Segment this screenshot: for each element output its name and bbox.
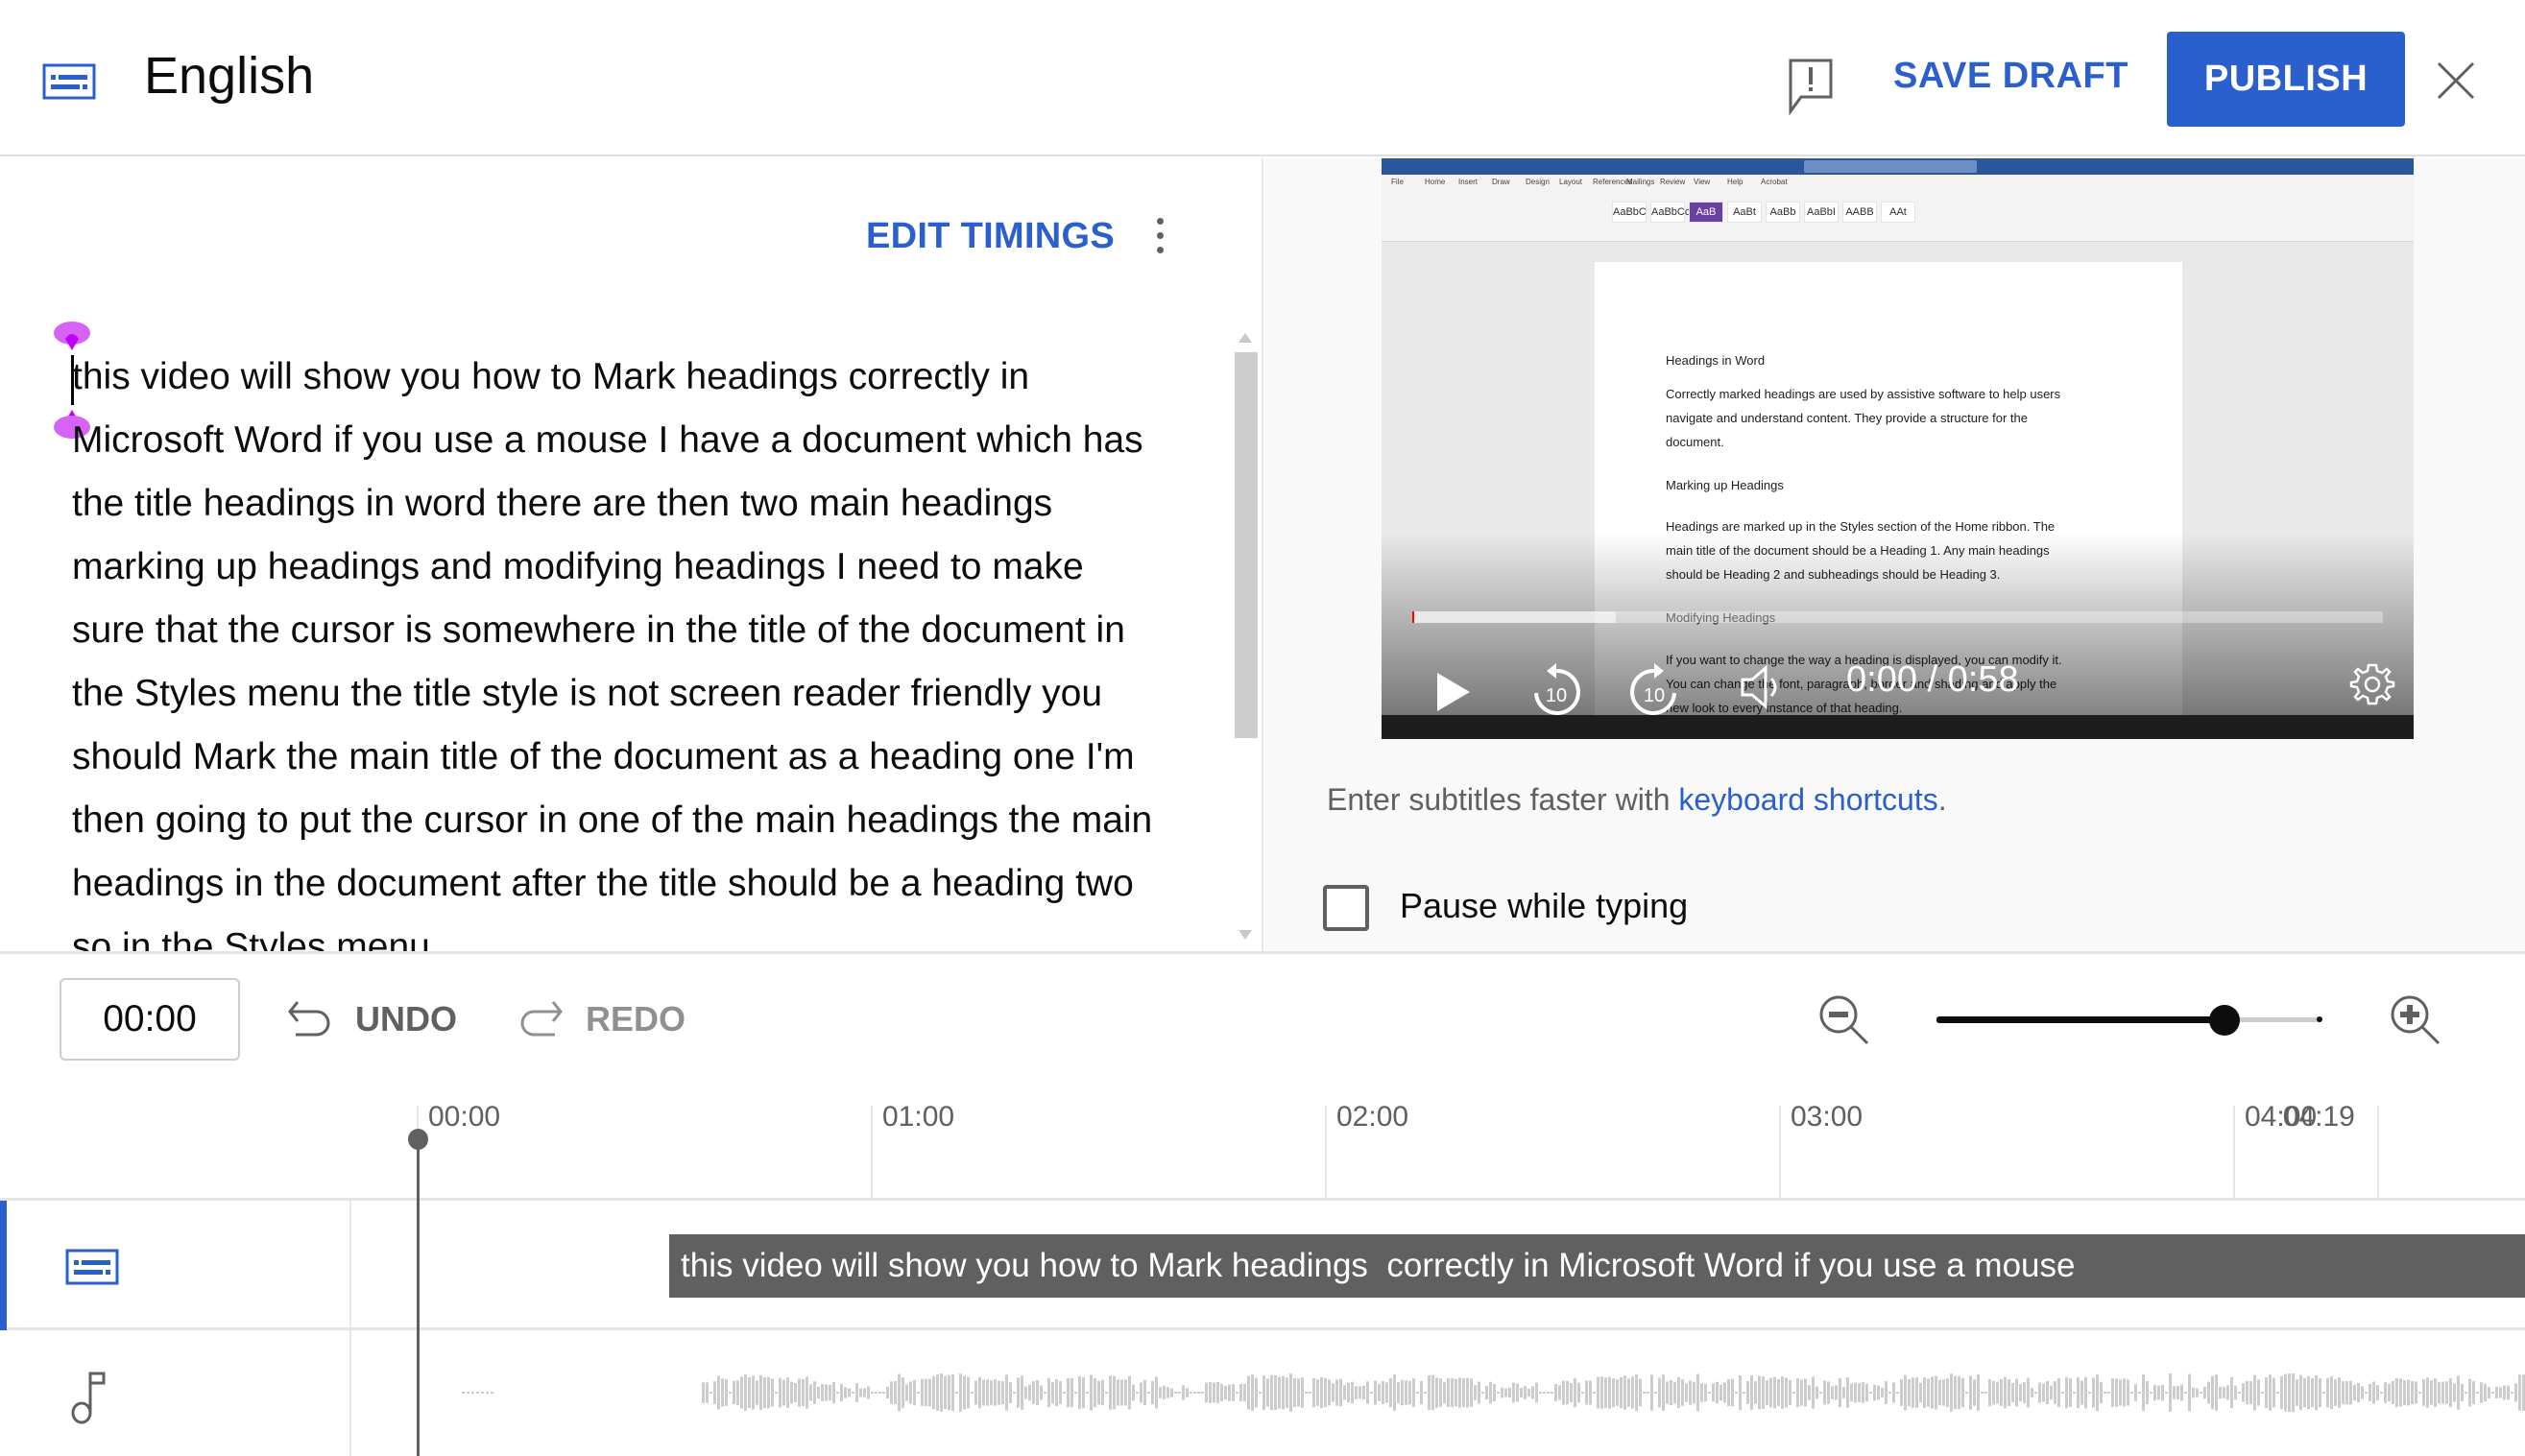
settings-icon[interactable] — [2349, 661, 2395, 707]
playhead-line — [417, 1138, 420, 1456]
video-frame-ribbon-tab: Layout — [1559, 178, 1583, 186]
pause-while-typing-checkbox[interactable] — [1323, 885, 1369, 931]
video-frame-style-swatch: AaBb — [1766, 202, 1800, 223]
video-frame-style-swatch: AaB — [1689, 202, 1723, 223]
caption-segment[interactable]: this video will show you how to Mark hea… — [669, 1234, 2525, 1298]
keyboard-shortcuts-hint: Enter subtitles faster with keyboard sho… — [1327, 782, 1947, 818]
timeline-tick-label: 01:00 — [882, 1101, 955, 1133]
audio-track — [0, 1330, 2525, 1456]
playhead-handle[interactable] — [408, 1129, 428, 1150]
video-frame-taskbar — [1382, 715, 2414, 739]
timeline-tick — [1325, 1106, 1327, 1201]
video-frame-style-swatch: AaBbI — [1804, 202, 1839, 223]
video-frame-ribbon-tab: Draw — [1492, 178, 1510, 186]
progress-buffered — [1412, 611, 1617, 623]
video-frame-style-swatch: AABB — [1842, 202, 1877, 223]
timeline-zoom-slider[interactable] — [1936, 998, 2322, 1040]
pause-while-typing-label[interactable]: Pause while typing — [1400, 886, 1688, 926]
more-options-icon[interactable] — [1148, 214, 1171, 260]
video-frame-doc-line: Headings are marked up in the Styles sec… — [1666, 519, 2056, 534]
save-draft-button[interactable]: SAVE DRAFT — [1893, 56, 2128, 97]
keyboard-shortcuts-link[interactable]: keyboard shortcuts — [1678, 782, 1937, 817]
video-frame-doc-line: Correctly marked headings are used by as… — [1666, 387, 2061, 401]
slider-thumb[interactable] — [2209, 1005, 2240, 1036]
video-frame-style-swatch: AaBt — [1727, 202, 1762, 223]
progress-played — [1412, 611, 1414, 623]
zoom-in-icon[interactable] — [2389, 993, 2442, 1047]
music-note-icon — [71, 1372, 106, 1424]
video-frame-ribbon-tab: Review — [1660, 178, 1686, 186]
scroll-up-arrow-icon[interactable] — [1238, 333, 1252, 343]
transcript-scrollbar[interactable] — [1233, 333, 1260, 947]
forward-10-icon[interactable]: 10 — [1629, 661, 1679, 717]
video-progress-bar[interactable] — [1412, 611, 2383, 623]
preview-panel: File Home Insert Draw Design Layout References… — [1265, 158, 2525, 951]
hint-prefix: Enter subtitles faster with — [1327, 782, 1679, 817]
svg-text:10: 10 — [1546, 685, 1567, 706]
undo-icon — [288, 1001, 330, 1037]
subtitle-track: this video will show you how to Mark hea… — [0, 1201, 2525, 1330]
timeline-end-label: 04:19 — [2282, 1101, 2355, 1133]
transcript-panel: EDIT TIMINGS this video will show you ho… — [0, 158, 1263, 951]
audio-waveform[interactable] — [351, 1330, 2525, 1456]
video-time-display: 0:00 / 0:58 — [1846, 659, 2019, 700]
timeline-end-tick — [2376, 1106, 2379, 1201]
video-frame-ribbon-tab: Acrobat — [1761, 178, 1788, 186]
video-frame-ribbon-tab: Home — [1425, 178, 1446, 186]
undo-label: UNDO — [355, 999, 457, 1038]
subtitle-track-label — [0, 1201, 351, 1327]
video-frame-ribbon-tab: Design — [1526, 178, 1550, 186]
slider-end-dot — [2317, 1016, 2322, 1022]
redo-icon — [520, 1001, 563, 1037]
video-frame-ribbon-tab: File — [1391, 178, 1404, 186]
video-player[interactable]: File Home Insert Draw Design Layout References… — [1382, 158, 2414, 739]
publish-button[interactable]: PUBLISH — [2167, 32, 2405, 127]
header: English SAVE DRAFT PUBLISH — [0, 0, 2525, 156]
volume-icon[interactable] — [1739, 663, 1787, 711]
video-frame-doc-line: document. — [1666, 435, 1724, 449]
subtitles-icon — [42, 63, 96, 100]
timeline-tick — [1779, 1106, 1781, 1201]
video-frame-titlebar — [1382, 158, 2414, 175]
hint-suffix: . — [1937, 782, 1947, 817]
video-frame-doc-line: navigate and understand content. They pr… — [1666, 411, 2028, 425]
video-frame-doc-line: Headings in Word — [1666, 353, 1766, 368]
scroll-down-arrow-icon[interactable] — [1238, 930, 1252, 940]
zoom-out-icon[interactable] — [1817, 993, 1871, 1047]
undo-button[interactable]: UNDO — [286, 989, 457, 1050]
timeline-tick — [2233, 1106, 2235, 1201]
current-time-input[interactable]: 00:00 — [60, 978, 240, 1061]
page-title: English — [144, 47, 315, 105]
video-frame-style-swatch: AaBbC — [1612, 202, 1647, 223]
video-frame-ribbon-tab: Mailings — [1626, 178, 1655, 186]
subtitles-icon — [65, 1249, 119, 1285]
timeline-ruler[interactable]: 00:00 01:00 02:00 03:00 04:00 04:19 — [0, 1082, 2525, 1201]
feedback-icon[interactable] — [1788, 58, 1834, 115]
close-icon[interactable] — [2435, 60, 2477, 102]
video-frame-doc-line: Marking up Headings — [1666, 478, 1784, 492]
transcript-textarea[interactable]: this video will show you how to Mark hea… — [72, 346, 1166, 951]
audio-track-label — [0, 1330, 351, 1456]
svg-text:10: 10 — [1644, 685, 1665, 706]
video-frame-style-swatch: AaBbCcD — [1650, 202, 1697, 223]
edit-timings-button[interactable]: EDIT TIMINGS — [866, 216, 1115, 257]
play-icon[interactable] — [1433, 671, 1472, 713]
video-frame-ribbon-tab: Help — [1727, 178, 1743, 186]
slider-fill — [1936, 1016, 2224, 1023]
video-frame-ribbon-tab: Insert — [1458, 178, 1479, 186]
rewind-10-icon[interactable]: 10 — [1531, 661, 1581, 717]
section-divider — [0, 951, 2525, 954]
redo-label: REDO — [586, 999, 686, 1038]
timeline-tick-label: 02:00 — [1336, 1101, 1409, 1133]
timeline-tick-label: 03:00 — [1791, 1101, 1864, 1133]
scroll-thumb[interactable] — [1235, 352, 1258, 738]
redo-button[interactable]: REDO — [517, 989, 685, 1050]
video-frame-ribbon-tab: View — [1694, 178, 1711, 186]
timeline-tick — [871, 1106, 873, 1201]
video-frame-ribbon: File Home Insert Draw Design Layout References… — [1382, 175, 2414, 242]
timeline-tick-label: 00:00 — [428, 1101, 501, 1133]
video-frame-style-swatch: AAt — [1881, 202, 1915, 223]
